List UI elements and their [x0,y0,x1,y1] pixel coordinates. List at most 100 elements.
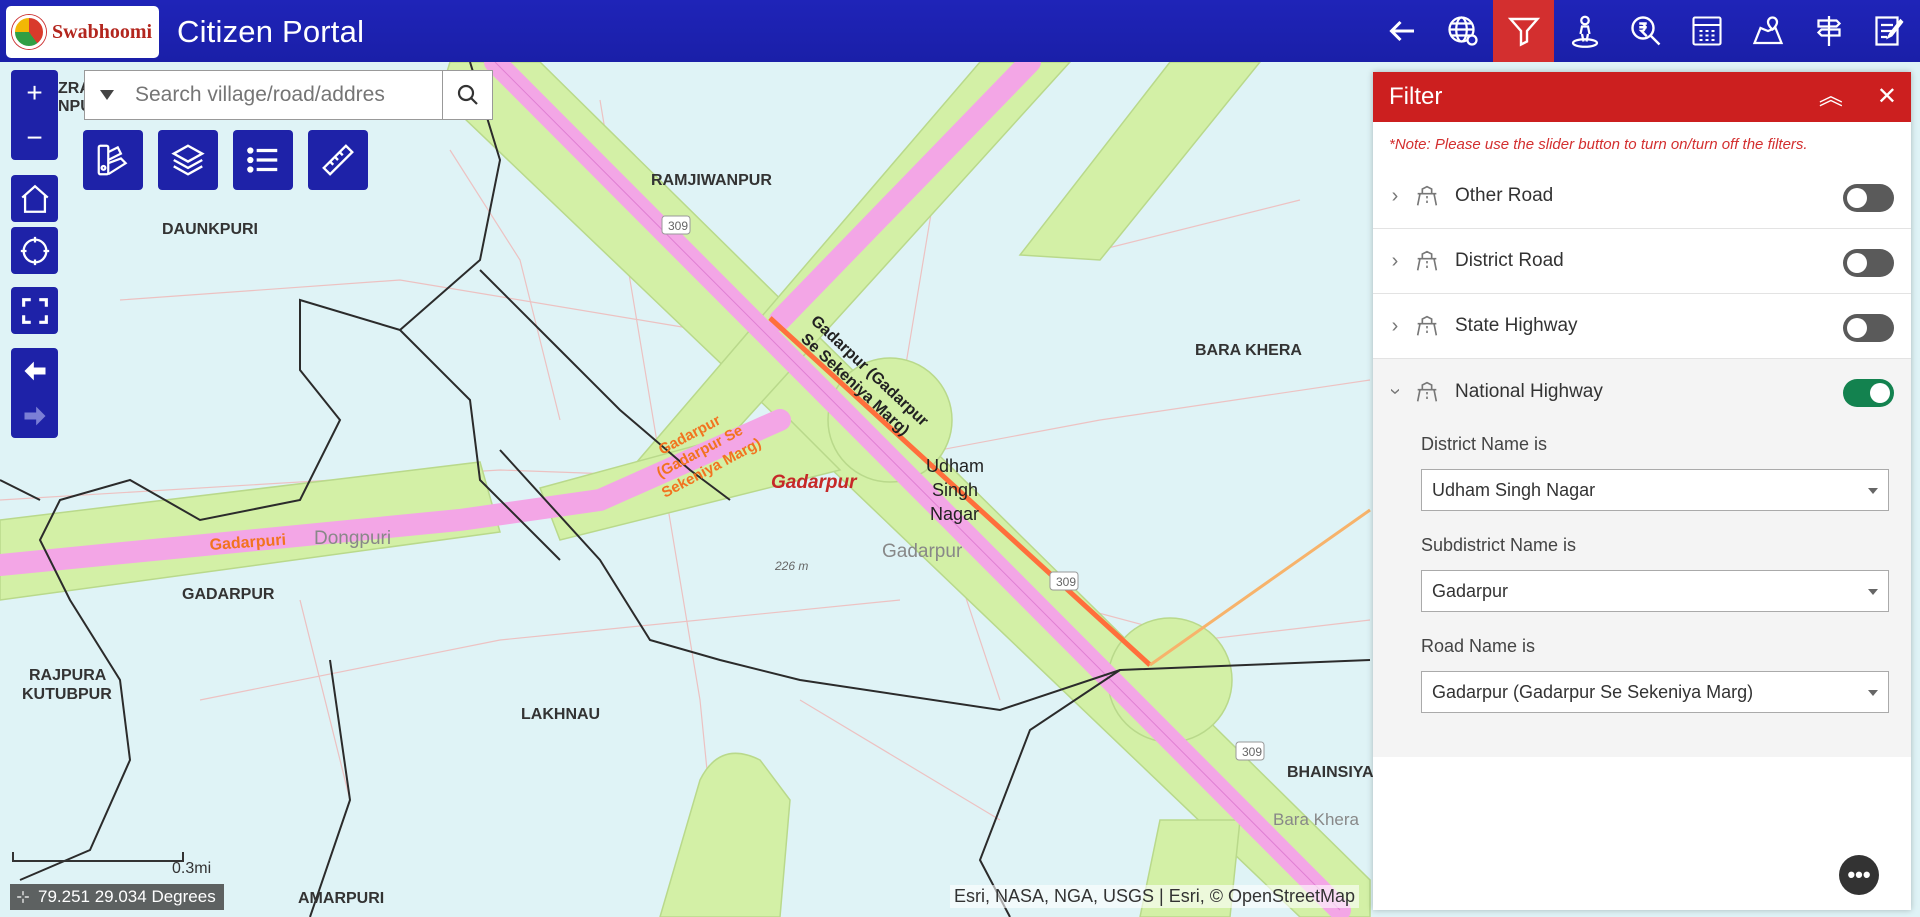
fullscreen-button[interactable] [11,287,58,334]
location-person-icon [1571,15,1598,48]
collapse-panel-icon[interactable]: ︽ [1819,84,1843,110]
chevron-right-icon[interactable]: › [1377,250,1413,273]
fullscreen-icon [21,297,48,324]
filter-panel-title: Filter [1389,83,1443,110]
main-toolbar [1371,0,1920,62]
map-attribution: Esri, NASA, NGA, USGS | Esri, © OpenStre… [950,885,1360,908]
place-bhainsiya: BHAINSIYA [1287,764,1374,781]
filter-button[interactable] [1493,0,1554,62]
toggle-district-road[interactable] [1843,249,1894,277]
basemap-button[interactable] [1432,0,1493,62]
next-extent-button[interactable] [11,393,58,438]
app-title: Citizen Portal [177,14,365,49]
arrow-left-icon [24,361,45,380]
edit-note-icon [1874,16,1903,46]
back-button[interactable] [1371,0,1432,62]
coordinate-text: 79.251 29.034 Degrees [38,887,216,906]
more-options-button[interactable]: ••• [1839,855,1879,895]
filter-row-national-highway[interactable]: › National Highway [1373,359,1911,424]
subdistrict-field-label: Subdistrict Name is [1421,535,1577,555]
place-gadarpur-light: Gadarpur [882,541,963,562]
hw-shield-label-3: 309 [1242,745,1262,759]
hw-shield-label-1: 309 [668,219,688,233]
filter-icon [1507,17,1540,47]
place-bara-khera-light: Bara Khera [1273,810,1359,829]
search-button[interactable] [442,71,492,119]
road-name-field-label: Road Name is [1421,636,1536,656]
place-gadarpur-town: Gadarpur [771,472,857,493]
close-icon[interactable]: ✕ [1877,84,1897,110]
search-source-dropdown[interactable] [85,71,129,119]
extent-navigation [11,348,58,438]
chevron-right-icon[interactable]: › [1377,185,1413,208]
locate-person-button[interactable] [1554,0,1615,62]
calculator-button[interactable] [1676,0,1737,62]
filter-row-district-road[interactable]: › District Road [1373,229,1911,294]
place-ramjiwanpur: RAMJIWANPUR [651,172,772,189]
filter-row-other-road[interactable]: › Other Road [1373,164,1911,229]
place-lakhnau: LAKHNAU [521,706,601,723]
layers-icon [171,144,205,176]
calculator-icon [1691,16,1722,46]
place-kutubpur: KUTUBPUR [22,686,112,703]
list-widget-button[interactable] [233,130,293,190]
toggle-state-highway[interactable] [1843,314,1894,342]
search-icon [457,84,478,105]
map-pin-button[interactable] [1737,0,1798,62]
search-bar [84,70,493,120]
filter-row-label: State Highway [1455,315,1578,336]
place-nagar: Nagar [930,504,980,524]
home-icon [20,184,49,213]
place-rajpura: RAJPURA [29,667,107,684]
swabhoomi-logo[interactable]: Swabhoomi [6,6,159,58]
zoom-out-button[interactable]: − [11,115,58,160]
toggle-national-highway[interactable] [1843,379,1894,407]
home-button[interactable] [11,175,58,222]
logo-text: Swabhoomi [52,20,153,43]
place-singh: Singh [932,480,979,500]
locate-button[interactable] [11,227,58,274]
chevron-right-icon[interactable]: › [1377,315,1413,338]
edit-note-button[interactable] [1859,0,1920,62]
measure-widget-button[interactable] [308,130,368,190]
zoom-in-button[interactable]: + [11,70,58,115]
filter-row-state-highway[interactable]: › State Highway [1373,294,1911,359]
globe-icon [1447,16,1478,46]
arrow-right-icon [24,406,45,425]
hw-shield-label-2: 309 [1056,575,1076,589]
crosshair-small-icon[interactable] [16,890,30,904]
national-highway-filter-fields: District Name is Udham Singh Nagar Subdi… [1373,424,1911,757]
district-select[interactable]: Udham Singh Nagar [1421,469,1889,511]
zoom-control: + − [11,70,58,160]
elevation-label: 226 m [774,559,808,573]
rupee-search-icon [1630,16,1660,46]
signpost-icon [1816,16,1841,46]
chevron-down-icon[interactable]: › [1384,374,1407,410]
ruler-icon [322,144,354,176]
search-input[interactable] [129,83,429,107]
signpost-button[interactable] [1798,0,1859,62]
road-name-select[interactable]: Gadarpur (Gadarpur Se Sekeniya Marg) [1421,671,1889,713]
place-daunkpuri: DAUNKPURI [162,221,258,238]
subdistrict-select[interactable]: Gadarpur [1421,570,1889,612]
rupee-search-button[interactable] [1615,0,1676,62]
district-field-label: District Name is [1421,434,1548,454]
road-filter-icon [1416,250,1438,271]
logo-emblem-icon [12,15,46,49]
filter-row-label: District Road [1455,250,1564,271]
crosshair-icon [20,236,49,265]
toggle-other-road[interactable] [1843,184,1894,212]
previous-extent-button[interactable] [11,348,58,393]
place-dongpuri: Dongpuri [314,528,392,549]
scale-label: 0.3mi [172,860,212,877]
back-arrow-icon [1388,20,1414,42]
layers-widget-button[interactable] [158,130,218,190]
coordinate-readout: 79.251 29.034 Degrees [10,884,224,910]
place-amarpuri: AMARPURI [298,890,385,907]
scale-bar [12,852,184,862]
legend-widget-button[interactable] [83,130,143,190]
road-filter-icon [1416,315,1438,336]
place-gadarpur: GADARPUR [182,586,275,603]
filter-panel: Filter ︽ ✕ *Note: Please use the slider … [1373,72,1911,910]
place-udham: Udham [926,456,985,476]
